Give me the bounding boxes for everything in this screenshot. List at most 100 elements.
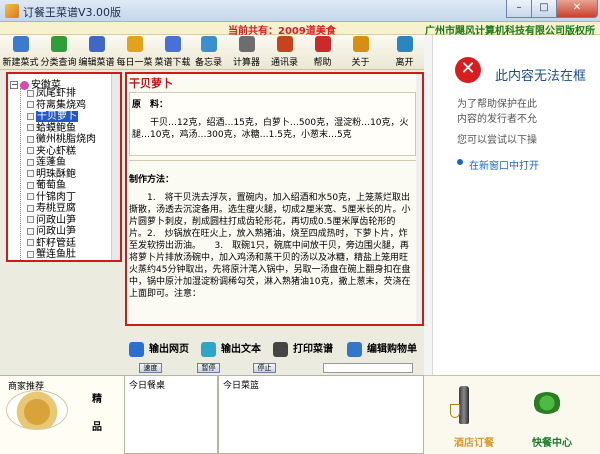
memo-icon bbox=[200, 36, 217, 52]
ingredients-label: 原 料： bbox=[132, 100, 169, 110]
hotel-order-link[interactable]: 酒店订餐 bbox=[454, 434, 494, 449]
about-icon bbox=[352, 36, 369, 52]
fastfood-center-link[interactable]: 快餐中心 bbox=[532, 434, 572, 449]
recipe-scrollbar[interactable] bbox=[416, 74, 422, 324]
tree-item[interactable]: 问政山笋 bbox=[21, 215, 96, 227]
section-divider bbox=[129, 160, 416, 168]
salad-icon[interactable] bbox=[532, 392, 562, 414]
export-text-button[interactable]: 输出文本 bbox=[201, 340, 261, 358]
tree-item-label: 寿桃豆腐 bbox=[36, 203, 76, 214]
title-bar: 订餐王菜谱V3.00版 – □ ✕ bbox=[0, 0, 600, 22]
minimize-button[interactable]: – bbox=[506, 0, 532, 18]
stop-button[interactable]: 停止 bbox=[253, 363, 276, 373]
exit-button[interactable]: 离开 bbox=[388, 36, 421, 69]
tree-item[interactable]: 蛤蟆鲍鱼 bbox=[21, 123, 96, 135]
pause-button[interactable]: 暂停 bbox=[197, 363, 220, 373]
close-button[interactable]: ✕ bbox=[556, 0, 598, 18]
download-button[interactable]: 菜谱下载 bbox=[154, 36, 191, 69]
tree-item[interactable]: 明珠酥鲍 bbox=[21, 169, 96, 181]
help-button[interactable]: 帮助 bbox=[306, 36, 339, 69]
tree-item[interactable]: 葡萄鱼 bbox=[21, 180, 96, 192]
wine-bottle-icon[interactable] bbox=[450, 386, 476, 426]
tree-item-label: 葡萄鱼 bbox=[36, 180, 66, 191]
edit-shopping-list-button[interactable]: 编辑购物单 bbox=[347, 340, 417, 358]
tree-item-label: 凤尾虾排 bbox=[36, 88, 76, 99]
tree-node-icon bbox=[27, 227, 34, 235]
export-web-button[interactable]: 输出网页 bbox=[129, 340, 189, 358]
merchant-recommend: 商家推荐 精 品 bbox=[0, 375, 124, 454]
edit-recipe-icon bbox=[88, 36, 105, 52]
window-title: 订餐王菜谱V3.00版 bbox=[23, 6, 122, 19]
toolbar-label: 关于 bbox=[351, 58, 370, 68]
error-title: 此内容无法在框 bbox=[495, 69, 587, 84]
speed-button[interactable]: 速度 bbox=[139, 363, 162, 373]
tree-node-icon bbox=[27, 101, 34, 108]
today-menu-panel[interactable]: 今日菜篮 bbox=[218, 375, 424, 454]
embedded-web-panel: ✕ 此内容无法在框 为了帮助保护在此 内容的发行者不允 您可以尝试以下操 在新窗… bbox=[424, 35, 600, 375]
tree-scrollbar[interactable] bbox=[111, 74, 120, 260]
print-recipe-button[interactable]: 打印菜谱 bbox=[273, 340, 333, 358]
contacts-button[interactable]: 通讯录 bbox=[268, 36, 301, 69]
tree-item[interactable]: 什锦肉丁 bbox=[21, 192, 96, 204]
ingredients-box: 原 料： 干贝…12克，绍酒…15克，白萝卜…500克，湿淀粉…10克，火腿…1… bbox=[129, 92, 416, 156]
main-toolbar: 新建菜式 分类查询 编辑菜谱 每日一菜 菜谱下载 备忘录 计算器 通讯录 帮助 … bbox=[0, 35, 424, 70]
maximize-button[interactable]: □ bbox=[531, 0, 557, 18]
tree-node-icon bbox=[27, 170, 34, 177]
recommend-vertical-text: 精 bbox=[92, 394, 102, 405]
about-button[interactable]: 关于 bbox=[344, 36, 377, 69]
tree-node-icon bbox=[27, 135, 34, 143]
action-label: 打印菜谱 bbox=[293, 344, 333, 355]
tree-item[interactable]: 黴州桃脂烧肉 bbox=[21, 134, 96, 146]
tree-item-label: 问政山笋 bbox=[36, 226, 76, 237]
edit-recipe-button[interactable]: 编辑菜谱 bbox=[78, 36, 115, 69]
category-search-button[interactable]: 分类查询 bbox=[40, 36, 77, 69]
open-new-window-link[interactable]: 在新窗口中打开 bbox=[469, 157, 539, 172]
tree-node-icon bbox=[27, 112, 34, 120]
collapse-icon[interactable]: − bbox=[10, 81, 18, 89]
daily-dish-button[interactable]: 每日一菜 bbox=[116, 36, 153, 69]
speed-slider[interactable] bbox=[323, 363, 413, 373]
tree-item[interactable]: 莲蓬鱼 bbox=[21, 157, 96, 169]
tree-node-icon bbox=[27, 124, 34, 131]
tree-item-label: 问政山笋 bbox=[36, 214, 76, 226]
print-icon bbox=[273, 341, 288, 357]
recommend-vertical-text: 品 bbox=[92, 422, 102, 433]
calculator-icon bbox=[238, 36, 255, 52]
tree-item[interactable]: 夹心虾糕 bbox=[21, 146, 96, 158]
tree-item-label: 蛤蟆鲍鱼 bbox=[36, 122, 76, 134]
tree-item[interactable]: 问政山笋 bbox=[21, 226, 96, 238]
ingredients-text: 干贝…12克，绍酒…15克，白萝卜…500克，湿淀粉…10克，火腿…10克，鸡汤… bbox=[132, 118, 409, 140]
app-window: 订餐王菜谱V3.00版 – □ ✕ 当前共有：2009道美食 广州市飓风计算机科… bbox=[0, 0, 600, 454]
tree-item[interactable]: 虾籽管廷 bbox=[21, 238, 96, 250]
tree-item[interactable]: 凤尾虾排 bbox=[21, 88, 96, 100]
recipe-tree[interactable]: − 安徽菜 凤尾虾排 符离集烧鸡 干贝萝卜 蛤蟆鲍鱼 黴州桃脂烧肉 夹心虾糕 莲蓬鱼 明珠酥鲍葡… bbox=[6, 72, 122, 262]
tree-item[interactable]: 干贝萝卜 bbox=[21, 111, 96, 123]
tree-item[interactable]: 符离集烧鸡 bbox=[21, 100, 96, 112]
daily-dish-icon bbox=[126, 36, 143, 52]
method-label: 制作方法： bbox=[129, 175, 175, 185]
tree-node-icon bbox=[27, 204, 34, 212]
exit-icon bbox=[396, 36, 413, 52]
text-export-icon bbox=[201, 341, 216, 357]
contacts-icon bbox=[276, 36, 293, 52]
recommended-dish-image[interactable] bbox=[6, 390, 68, 430]
memo-button[interactable]: 备忘录 bbox=[192, 36, 225, 69]
tree-item[interactable]: 蟹连鱼肚 bbox=[21, 249, 96, 260]
tree-node-icon bbox=[27, 158, 34, 166]
bottle-shape bbox=[459, 386, 469, 424]
left-empty-panel bbox=[0, 262, 124, 375]
tree-node-icon bbox=[27, 239, 34, 246]
calculator-button[interactable]: 计算器 bbox=[230, 36, 263, 69]
error-desc-line1: 为了帮助保护在此 bbox=[457, 99, 537, 110]
output-actions: 输出网页 输出文本 打印菜谱 编辑购物单 速度 暂停 停止 bbox=[125, 327, 425, 375]
blocked-content-page: ✕ 此内容无法在框 为了帮助保护在此 内容的发行者不允 您可以尝试以下操 在新窗… bbox=[432, 35, 600, 375]
today-table-panel[interactable]: 今日餐桌 bbox=[124, 375, 218, 454]
tree-node-icon bbox=[27, 147, 34, 154]
tree-item[interactable]: 寿桃豆腐 bbox=[21, 203, 96, 215]
action-label: 输出文本 bbox=[221, 344, 261, 355]
new-recipe-button[interactable]: 新建菜式 bbox=[2, 36, 39, 69]
today-menu-title: 今日菜篮 bbox=[223, 381, 260, 391]
web-export-icon bbox=[129, 341, 144, 357]
tree-item-label: 明珠酥鲍 bbox=[36, 168, 76, 180]
action-label: 编辑购物单 bbox=[367, 344, 417, 355]
